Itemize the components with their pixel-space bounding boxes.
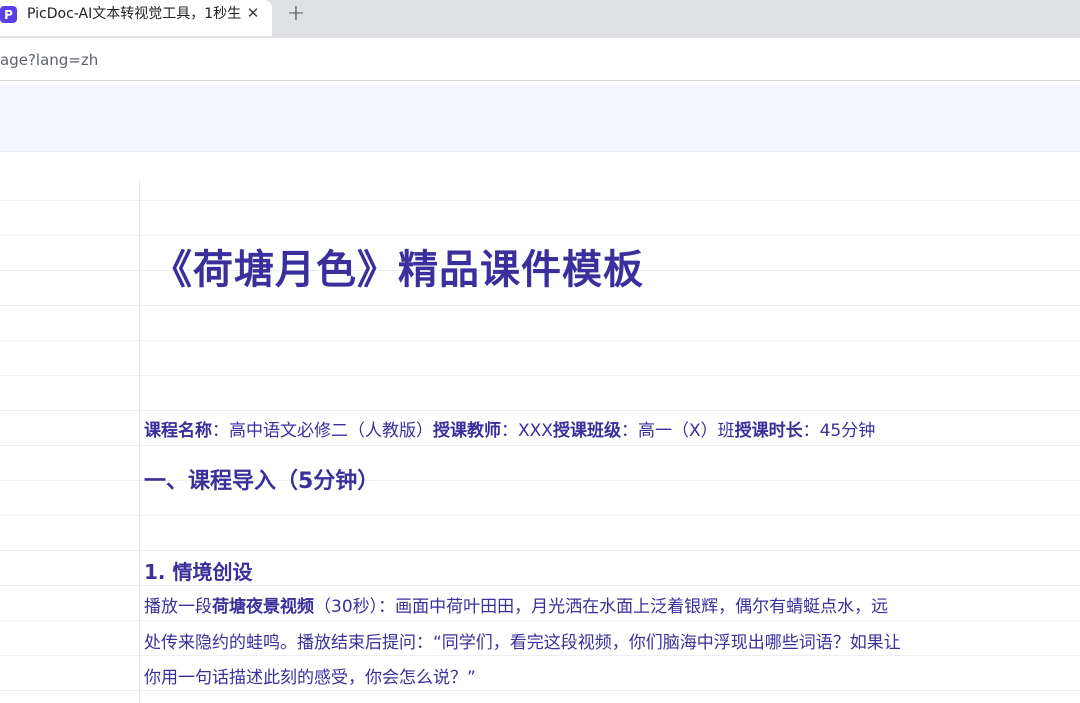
- paragraph-line-1: 播放一段荷塘夜景视频（30秒）：画面中荷叶田田，月光洒在水面上泛着银辉，偶尔有蜻…: [144, 596, 888, 618]
- margin-line: [139, 180, 140, 703]
- teacher-label: 授课教师: [433, 421, 501, 441]
- document-title: 《荷塘月色》精品课件模板: [152, 247, 644, 293]
- new-tab-icon[interactable]: +: [283, 1, 309, 27]
- teacher-value: ：XXX: [501, 421, 553, 441]
- browser-tab-bar: P PicDoc-AI文本转视觉工具，1秒生成 ✕ +: [0, 0, 1080, 38]
- class-value: ：高一（X）班: [620, 421, 735, 441]
- duration-value: ：45分钟: [802, 421, 876, 441]
- section-heading-intro: 一、课程导入（5分钟）: [144, 469, 380, 494]
- address-bar[interactable]: age?lang=zh: [0, 38, 1080, 81]
- browser-tab[interactable]: P PicDoc-AI文本转视觉工具，1秒生成 ✕: [0, 0, 272, 36]
- page-header-strip: [0, 85, 1080, 152]
- close-tab-icon[interactable]: ✕: [244, 3, 262, 23]
- subsection-heading-scenario: 1. 情境创设: [144, 560, 253, 584]
- paragraph-text: 播放一段: [144, 597, 212, 617]
- tab-title: PicDoc-AI文本转视觉工具，1秒生成: [27, 6, 242, 22]
- course-name-label: 课程名称: [144, 421, 212, 441]
- paragraph-text: （30秒）：画面中荷叶田田，月光洒在水面上泛着银辉，偶尔有蜻蜓点水，远: [314, 597, 889, 617]
- paragraph-line-3: 你用一句话描述此刻的感受，你会怎么说？”: [144, 668, 476, 688]
- paragraph-line-2: 处传来隐约的蛙鸣。播放结束后提问：“同学们，看完这段视频，你们脑海中浮现出哪些词…: [144, 633, 901, 653]
- course-name-value: ：高中语文必修二（人教版）: [212, 421, 433, 441]
- course-meta-line: 课程名称：高中语文必修二（人教版）授课教师：XXX授课班级：高一（X）班授课时长…: [144, 420, 875, 442]
- picdoc-favicon-icon: P: [0, 6, 17, 23]
- url-text[interactable]: age?lang=zh: [0, 51, 98, 69]
- class-label: 授课班级: [552, 421, 621, 441]
- duration-label: 授课时长: [734, 421, 803, 441]
- paragraph-bold-text: 荷塘夜景视频: [212, 597, 314, 617]
